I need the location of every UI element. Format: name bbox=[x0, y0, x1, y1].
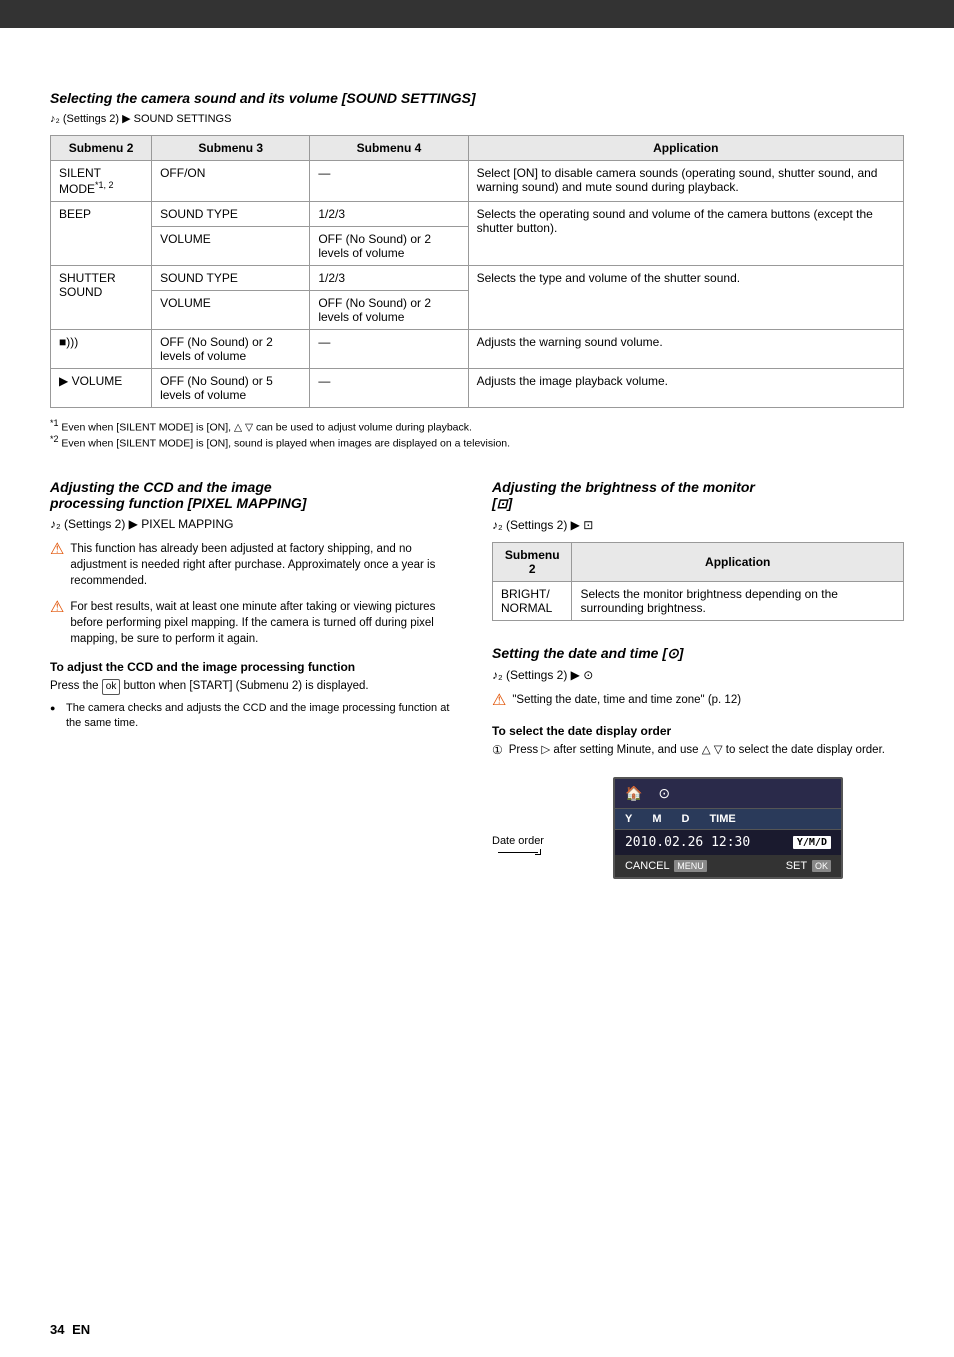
shutter-app: Selects the type and volume of the shutt… bbox=[468, 266, 903, 330]
beep-volume-val: OFF (No Sound) or 2 levels of volume bbox=[310, 227, 468, 266]
camera-ui-date-row: 2010.02.26 12:30 Y/M/D bbox=[615, 830, 841, 855]
set-label: SET OK bbox=[786, 860, 831, 872]
page-num-value: 34 bbox=[50, 1322, 64, 1337]
right-column: Adjusting the brightness of the monitor[… bbox=[492, 479, 904, 879]
monitor-col-app: Application bbox=[572, 543, 904, 582]
cancel-label: CANCEL MENU bbox=[625, 860, 707, 872]
menu-badge: MENU bbox=[674, 860, 707, 872]
monitor-title: Adjusting the brightness of the monitor[… bbox=[492, 479, 904, 512]
ok-button-inline: ok bbox=[102, 679, 121, 695]
col-header-application: Application bbox=[468, 136, 903, 161]
warning-sub4: — bbox=[310, 330, 468, 369]
pixel-info-1-text: This function has already been adjusted … bbox=[70, 541, 462, 589]
clock-icon: ⊙ bbox=[658, 785, 670, 802]
col-header-submenu2: Submenu 2 bbox=[51, 136, 152, 161]
pixel-breadcrumb: ♪₂ (Settings 2) ▶ PIXEL MAPPING bbox=[50, 517, 462, 531]
date-section: Setting the date and time [⊙] ♪₂ (Settin… bbox=[492, 645, 904, 879]
date-subheading: To select the date display order bbox=[492, 724, 904, 738]
time-label: TIME bbox=[709, 813, 735, 825]
beep-app: Selects the operating sound and volume o… bbox=[468, 202, 903, 266]
col-header-submenu3: Submenu 3 bbox=[152, 136, 310, 161]
beep-sound-type-label: SOUND TYPE bbox=[152, 202, 310, 227]
camera-ui-mockup: 🏠 ⊙ Y M D TIME 2010.02.26 12:30 bbox=[613, 777, 843, 879]
table-row: BRIGHT/NORMAL Selects the monitor bright… bbox=[493, 582, 904, 621]
shutter-sound-type-label: SOUND TYPE bbox=[152, 266, 310, 291]
sound-table: Submenu 2 Submenu 3 Submenu 4 Applicatio… bbox=[50, 135, 904, 408]
monitor-col-submenu2: Submenu 2 bbox=[493, 543, 572, 582]
pixel-bullet: The camera checks and adjusts the CCD an… bbox=[50, 701, 462, 732]
footnotes: *1 Even when [SILENT MODE] is [ON], △ ▽ … bbox=[50, 418, 904, 449]
date-step-1: ① Press ▷ after setting Minute, and use … bbox=[492, 742, 904, 759]
silent-mode-sub3: OFF/ON bbox=[152, 161, 310, 202]
camera-ui-top: 🏠 ⊙ bbox=[615, 779, 841, 809]
playback-sub3: OFF (No Sound) or 5 levels of volume bbox=[152, 369, 310, 408]
home-icon: 🏠 bbox=[625, 785, 642, 802]
warning-label: ■))) bbox=[51, 330, 152, 369]
month-label: M bbox=[652, 813, 661, 825]
pixel-info-2: ⚠ For best results, wait at least one mi… bbox=[50, 599, 462, 647]
playback-app: Adjusts the image playback volume. bbox=[468, 369, 903, 408]
date-order-label: Date order bbox=[492, 835, 544, 847]
pixel-mapping-title: Adjusting the CCD and the imageprocessin… bbox=[50, 479, 462, 511]
shutter-sound-type-val: 1/2/3 bbox=[310, 266, 468, 291]
date-order-label-area: Date order bbox=[492, 765, 552, 855]
pixel-info-1: ⚠ This function has already been adjuste… bbox=[50, 541, 462, 589]
top-bar bbox=[0, 0, 954, 28]
sound-breadcrumb-icon: ♪₂ (Settings 2) ▶ SOUND SETTINGS bbox=[50, 112, 231, 125]
shutter-volume-label: VOLUME bbox=[152, 291, 310, 330]
silent-mode-app: Select [ON] to disable camera sounds (op… bbox=[468, 161, 903, 202]
beep-label: BEEP bbox=[51, 202, 152, 266]
sound-settings-section: Selecting the camera sound and its volum… bbox=[50, 90, 904, 449]
pixel-body-text: Press the ok button when [START] (Submen… bbox=[50, 678, 462, 695]
beep-sound-type-val: 1/2/3 bbox=[310, 202, 468, 227]
beep-volume-label: VOLUME bbox=[152, 227, 310, 266]
warning-app: Adjusts the warning sound volume. bbox=[468, 330, 903, 369]
shutter-volume-val: OFF (No Sound) or 2 levels of volume bbox=[310, 291, 468, 330]
pixel-info-2-text: For best results, wait at least one minu… bbox=[70, 599, 462, 647]
bright-app: Selects the monitor brightness depending… bbox=[572, 582, 904, 621]
monitor-section: Adjusting the brightness of the monitor[… bbox=[492, 479, 904, 621]
silent-mode-label: SILENT MODE*1, 2 bbox=[51, 161, 152, 202]
playback-label: ▶ VOLUME bbox=[51, 369, 152, 408]
date-title: Setting the date and time [⊙] bbox=[492, 645, 904, 662]
playback-sub4: — bbox=[310, 369, 468, 408]
footnote-2: *2 Even when [SILENT MODE] is [ON], soun… bbox=[50, 434, 904, 450]
date-info: ⚠ "Setting the date, time and time zone"… bbox=[492, 692, 904, 712]
table-row: SILENT MODE*1, 2 OFF/ON — Select [ON] to… bbox=[51, 161, 904, 202]
page-number: 34 EN bbox=[50, 1322, 90, 1337]
sound-breadcrumb: ♪₂ (Settings 2) ▶ SOUND SETTINGS bbox=[50, 112, 904, 125]
monitor-breadcrumb: ♪₂ (Settings 2) ▶ ⊡ bbox=[492, 518, 904, 532]
ymd-badge: Y/M/D bbox=[793, 836, 831, 849]
day-label: D bbox=[682, 813, 690, 825]
pixel-mapping-section: Adjusting the CCD and the imageprocessin… bbox=[50, 479, 462, 879]
page-label: EN bbox=[72, 1322, 90, 1337]
year-label: Y bbox=[625, 813, 632, 825]
info-icon-1: ⚠ bbox=[50, 539, 64, 561]
pixel-subheading: To adjust the CCD and the image processi… bbox=[50, 660, 462, 674]
date-info-text: "Setting the date, time and time zone" (… bbox=[512, 692, 741, 708]
camera-ui-header: Y M D TIME bbox=[615, 809, 841, 830]
camera-ui-bottom: CANCEL MENU SET OK bbox=[615, 855, 841, 877]
date-step-1-text: Press ▷ after setting Minute, and use △ … bbox=[509, 742, 885, 759]
date-info-icon: ⚠ bbox=[492, 690, 506, 712]
sound-settings-title: Selecting the camera sound and its volum… bbox=[50, 90, 904, 106]
info-icon-2: ⚠ bbox=[50, 597, 64, 619]
footnote-1: *1 Even when [SILENT MODE] is [ON], △ ▽ … bbox=[50, 418, 904, 434]
silent-mode-sub4: — bbox=[310, 161, 468, 202]
monitor-table: Submenu 2 Application BRIGHT/NORMAL Sele… bbox=[492, 542, 904, 621]
table-row: ■))) OFF (No Sound) or 2 levels of volum… bbox=[51, 330, 904, 369]
col-header-submenu4: Submenu 4 bbox=[310, 136, 468, 161]
table-row: ▶ VOLUME OFF (No Sound) or 5 levels of v… bbox=[51, 369, 904, 408]
table-row: SHUTTER SOUND SOUND TYPE 1/2/3 Selects t… bbox=[51, 266, 904, 291]
date-order-container: Date order 🏠 ⊙ bbox=[492, 765, 904, 879]
date-value: 2010.02.26 12:30 bbox=[625, 835, 750, 850]
ok-badge: OK bbox=[812, 860, 831, 872]
table-row: BEEP SOUND TYPE 1/2/3 Selects the operat… bbox=[51, 202, 904, 227]
date-breadcrumb: ♪₂ (Settings 2) ▶ ⊙ bbox=[492, 668, 904, 682]
warning-sub3: OFF (No Sound) or 2 levels of volume bbox=[152, 330, 310, 369]
shutter-label: SHUTTER SOUND bbox=[51, 266, 152, 330]
bright-label: BRIGHT/NORMAL bbox=[493, 582, 572, 621]
